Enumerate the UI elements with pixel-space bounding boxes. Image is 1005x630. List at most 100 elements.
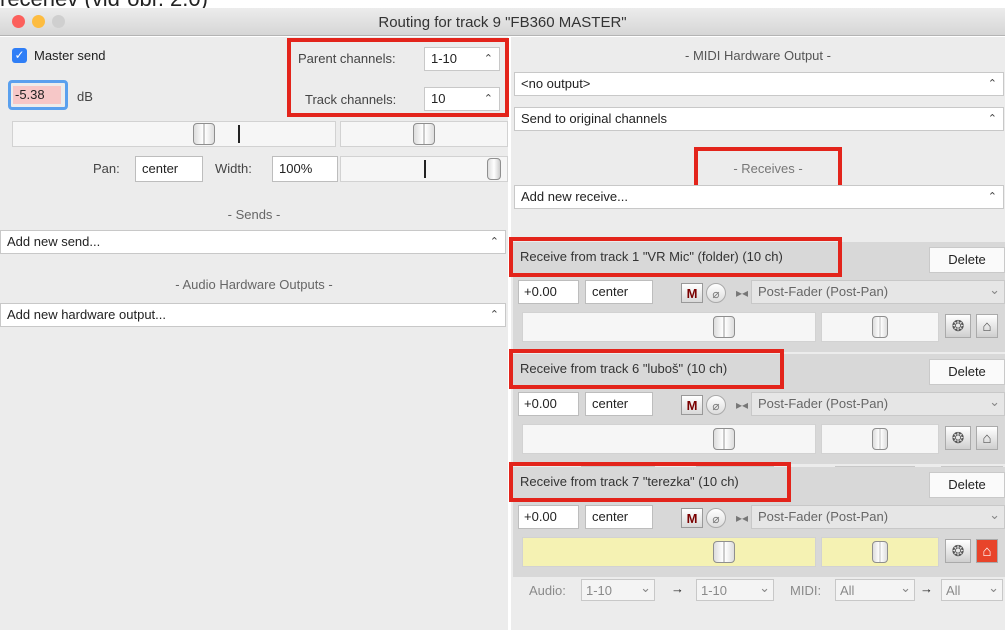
receive-volume-input[interactable]: +0.00	[518, 280, 579, 304]
receive-volume-input[interactable]: +0.00	[518, 392, 579, 416]
receive-title: Receive from track 6 "luboš" (10 ch)	[520, 361, 728, 376]
receive-pan-knob[interactable]	[872, 428, 888, 450]
arrow-right-icon: →	[671, 581, 684, 596]
receive-volume-fader[interactable]	[522, 424, 816, 454]
midi-output-select[interactable]: <no output> ⌃	[514, 72, 1004, 96]
add-hw-output-label: Add new hardware output...	[7, 307, 166, 322]
receive-pan-knob[interactable]	[872, 316, 888, 338]
receive-volume-knob[interactable]	[713, 541, 735, 563]
receive-mode-select[interactable]: Post-Fader (Post-Pan) ⌄	[751, 280, 1005, 304]
chevron-down-icon: ⌄	[759, 580, 770, 595]
pan-label: Pan:	[93, 161, 120, 176]
mute-button[interactable]: M	[681, 283, 703, 303]
chevron-down-icon: ⌄	[989, 507, 1000, 522]
aux-fader-knob[interactable]	[413, 123, 435, 145]
receive-volume-fader[interactable]	[522, 312, 816, 342]
volume-fader-knob[interactable]	[193, 123, 215, 145]
midi-label: MIDI:	[790, 583, 822, 598]
width-input[interactable]: 100%	[272, 156, 338, 182]
receive-mode-label: Post-Fader (Post-Pan)	[758, 284, 889, 299]
width-fader[interactable]	[340, 156, 508, 182]
midi-source-value: All	[840, 583, 855, 598]
left-panel: ✓ Master send -5.38 dB Parent channels: …	[0, 37, 509, 630]
receive-title: Receive from track 1 "VR Mic" (folder) (…	[520, 249, 783, 264]
midi-output-label: <no output>	[521, 76, 591, 91]
updown-chevron-icon: ⌃	[489, 309, 499, 321]
midi-channels-select[interactable]: Send to original channels ⌃	[514, 107, 1004, 131]
receives-header: - Receives -	[733, 161, 803, 176]
delete-receive-button[interactable]: Delete	[929, 472, 1005, 498]
aux-fader[interactable]	[340, 121, 508, 147]
add-send-select[interactable]: Add new send... ⌃	[0, 230, 506, 254]
receive-block: Receive from track 6 "luboš" (10 ch) Del…	[509, 349, 1005, 464]
receive-pan-fader[interactable]	[821, 424, 939, 454]
envelope-icon[interactable]: ❂	[945, 426, 971, 450]
audio-source-select[interactable]: 1-10 ⌄	[581, 579, 655, 601]
title-bar: Routing for track 9 "FB360 MASTER"	[0, 8, 1005, 36]
automation-mode-icon[interactable]: ⌂	[976, 426, 998, 450]
receive-volume-knob[interactable]	[713, 428, 735, 450]
mono-stereo-icon[interactable]: ▸◂	[731, 283, 753, 303]
add-receive-select[interactable]: Add new receive... ⌃	[514, 185, 1004, 209]
receive-volume-knob[interactable]	[713, 316, 735, 338]
receive-pan-input[interactable]: center	[585, 392, 653, 416]
chevron-down-icon: ⌄	[900, 580, 911, 595]
updown-chevron-icon: ⌃	[483, 53, 493, 65]
receive-block: Receive from track 1 "VR Mic" (folder) (…	[509, 237, 1005, 352]
receive-mode-select[interactable]: Post-Fader (Post-Pan) ⌄	[751, 505, 1005, 529]
mute-button[interactable]: M	[681, 508, 703, 528]
parent-channels-select[interactable]: 1-10 ⌃	[424, 47, 500, 71]
volume-fader[interactable]	[12, 121, 336, 147]
receive-pan-input[interactable]: center	[585, 505, 653, 529]
chevron-down-icon: ⌄	[988, 580, 999, 595]
audio-source-value: 1-10	[586, 583, 613, 598]
parent-channels-value: 1-10	[431, 51, 458, 66]
volume-input[interactable]: -5.38	[13, 86, 61, 104]
receive-routing-row: Audio: 1-10 ⌄ → 1-10 ⌄ MIDI: All ⌄ → All…	[513, 577, 1005, 603]
phase-invert-icon[interactable]: ⌀	[706, 508, 726, 528]
volume-field-focus-ring: -5.38	[8, 80, 68, 110]
receive-volume-input[interactable]: +0.00	[518, 505, 579, 529]
track-channels-select[interactable]: 10 ⌃	[424, 87, 500, 111]
midi-source-select[interactable]: All ⌄	[835, 579, 915, 601]
width-center-marker	[424, 160, 426, 178]
width-label: Width:	[215, 161, 252, 176]
updown-chevron-icon: ⌃	[489, 236, 499, 248]
updown-chevron-icon: ⌃	[987, 113, 997, 125]
master-send-checkbox[interactable]: ✓	[12, 48, 27, 63]
midi-channels-label: Send to original channels	[521, 111, 667, 126]
receive-pan-fader[interactable]	[821, 312, 939, 342]
mono-stereo-icon[interactable]: ▸◂	[731, 395, 753, 415]
audio-dest-value: 1-10	[701, 583, 728, 598]
receive-pan-input[interactable]: center	[585, 280, 653, 304]
checkmark-icon: ✓	[14, 48, 25, 62]
delete-receive-button[interactable]: Delete	[929, 247, 1005, 273]
updown-chevron-icon: ⌃	[483, 93, 493, 105]
receive-mode-select[interactable]: Post-Fader (Post-Pan) ⌄	[751, 392, 1005, 416]
receive-pan-knob[interactable]	[872, 541, 888, 563]
receive-volume-fader[interactable]	[522, 537, 816, 567]
audio-dest-select[interactable]: 1-10 ⌄	[696, 579, 774, 601]
midi-dest-select[interactable]: All ⌄	[941, 579, 1003, 601]
receive-block: Receive from track 7 "terezka" (10 ch) D…	[509, 462, 1005, 577]
add-hw-output-select[interactable]: Add new hardware output... ⌃	[0, 303, 506, 327]
delete-receive-button[interactable]: Delete	[929, 359, 1005, 385]
add-send-label: Add new send...	[7, 234, 101, 249]
phase-invert-icon[interactable]: ⌀	[706, 395, 726, 415]
track-channels-label: Track channels:	[305, 92, 397, 107]
automation-mode-icon[interactable]: ⌂	[976, 314, 998, 338]
automation-mode-icon[interactable]: ⌂	[976, 539, 998, 563]
width-fader-knob[interactable]	[487, 158, 501, 180]
phase-invert-icon[interactable]: ⌀	[706, 283, 726, 303]
receive-mode-label: Post-Fader (Post-Pan)	[758, 396, 889, 411]
sends-header: - Sends -	[227, 207, 281, 222]
envelope-icon[interactable]: ❂	[945, 314, 971, 338]
pan-input[interactable]: center	[135, 156, 203, 182]
envelope-icon[interactable]: ❂	[945, 539, 971, 563]
midi-hw-header: - MIDI Hardware Output -	[685, 48, 831, 63]
mono-stereo-icon[interactable]: ▸◂	[731, 508, 753, 528]
parent-channels-label: Parent channels:	[298, 51, 396, 66]
receive-pan-fader[interactable]	[821, 537, 939, 567]
mute-button[interactable]: M	[681, 395, 703, 415]
track-channels-value: 10	[431, 91, 446, 106]
